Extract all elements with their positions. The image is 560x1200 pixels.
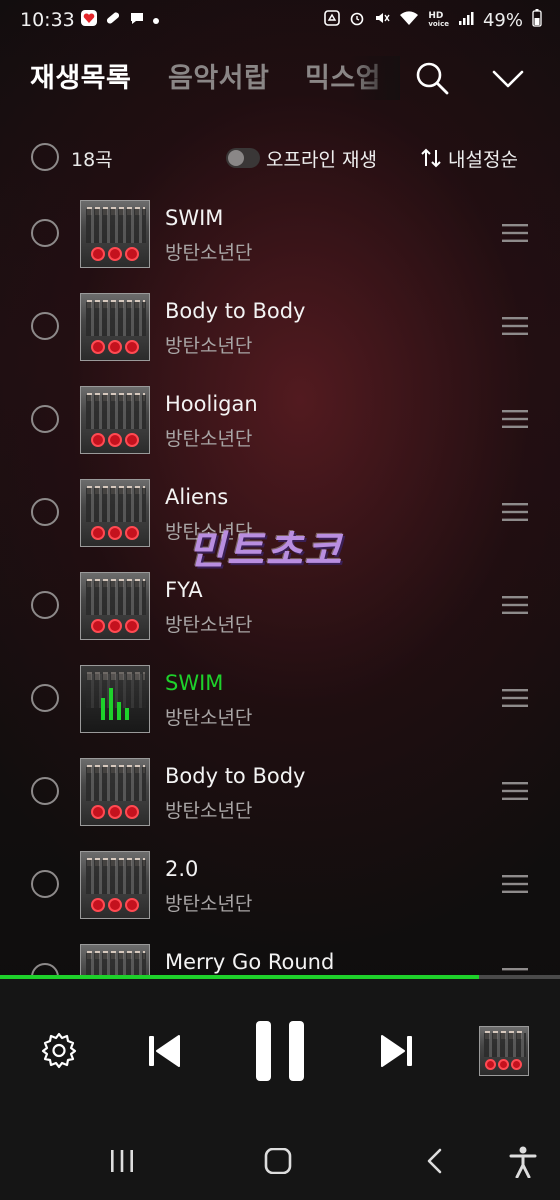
drag-handle-icon[interactable] [502, 874, 528, 894]
song-row[interactable]: Hooligan 방탄소년단 [0, 372, 560, 465]
watermark: 민트초코 [188, 528, 344, 574]
drag-handle-icon[interactable] [502, 502, 528, 522]
battery-icon [532, 9, 542, 31]
song-title: SWIM [165, 206, 224, 230]
drag-handle-icon[interactable] [502, 409, 528, 429]
status-right: HD voice 49% [324, 9, 542, 31]
song-count: 18곡 [71, 149, 113, 171]
song-list: SWIM 방탄소년단 Body to Body 방탄소년단 Hooligan 방탄소년단 A… [0, 186, 560, 976]
album-art-thumbnail [80, 665, 150, 733]
drag-handle-icon[interactable] [502, 223, 528, 243]
song-title: 2.0 [165, 857, 199, 881]
notification-icons [80, 9, 160, 31]
song-title: Merry Go Round [165, 950, 335, 974]
app-notification-icon [80, 9, 98, 31]
album-art-thumbnail [80, 944, 150, 976]
pill-icon [104, 9, 122, 31]
song-artist: 방탄소년단 [165, 335, 253, 357]
dot-icon [152, 11, 160, 29]
song-artist: 방탄소년단 [165, 242, 253, 264]
song-checkbox[interactable] [31, 312, 59, 340]
song-row[interactable]: Merry Go Round방탄소년단 [0, 930, 560, 976]
album-art-thumbnail [80, 758, 150, 826]
song-checkbox[interactable] [31, 684, 59, 712]
next-icon[interactable] [378, 1032, 416, 1070]
tab-music-drawer[interactable]: 음악서랍 [168, 56, 269, 95]
battery-percent: 49% [482, 9, 523, 31]
hd-label: HD [428, 11, 444, 21]
song-artist: 방탄소년단 [165, 800, 253, 822]
song-title: Body to Body [165, 299, 306, 323]
song-row[interactable]: SWIM 방탄소년단 [0, 186, 560, 279]
search-icon[interactable] [414, 60, 450, 96]
song-checkbox[interactable] [31, 405, 59, 433]
song-artist: 방탄소년단 [165, 707, 253, 729]
song-title: SWIM [165, 671, 224, 695]
album-art-thumbnail [80, 386, 150, 454]
drag-handle-icon[interactable] [502, 316, 528, 336]
offline-toggle[interactable] [226, 148, 260, 168]
home-icon[interactable] [264, 1147, 292, 1178]
song-row[interactable]: Body to Body 방탄소년단 [0, 279, 560, 372]
playlist-toolbar: 18곡 오프라인 재생 내설정순 [0, 140, 560, 176]
signal-icon [458, 10, 474, 30]
tab-playlist[interactable]: 재생목록 [30, 56, 131, 95]
drag-handle-icon[interactable] [502, 595, 528, 615]
album-art-thumbnail [80, 572, 150, 640]
song-checkbox[interactable] [31, 777, 59, 805]
song-checkbox[interactable] [31, 498, 59, 526]
song-checkbox[interactable] [31, 219, 59, 247]
song-artist: 방탄소년단 [165, 893, 253, 915]
player-bar [0, 979, 560, 1124]
now-playing-album-art[interactable] [479, 1026, 529, 1076]
recent-apps-icon[interactable] [108, 1148, 136, 1178]
recycle-icon [324, 10, 341, 30]
song-checkbox[interactable] [31, 591, 59, 619]
song-artist: 방탄소년단 [165, 428, 253, 450]
offline-label[interactable]: 오프라인 재생 [266, 145, 377, 172]
previous-icon[interactable] [145, 1032, 183, 1070]
settings-icon[interactable] [40, 1031, 78, 1069]
song-row[interactable]: 2.0 방탄소년단 [0, 837, 560, 930]
album-art-thumbnail [80, 200, 150, 268]
chat-icon [128, 9, 146, 31]
alarm-icon [349, 10, 365, 30]
song-title: Aliens [165, 485, 229, 509]
sort-icon[interactable] [420, 146, 442, 170]
song-title: Hooligan [165, 392, 258, 416]
song-row[interactable]: Body to Body 방탄소년단 [0, 744, 560, 837]
select-all-checkbox[interactable] [31, 143, 59, 171]
voice-label: voice [428, 20, 449, 28]
system-nav-bar [0, 1124, 560, 1200]
pause-icon[interactable] [254, 1019, 306, 1083]
hd-voice-icon: HD voice [428, 11, 449, 29]
status-bar: 10:33 HD voice 49% [0, 0, 560, 42]
accessibility-icon[interactable] [508, 1146, 538, 1182]
chevron-down-icon[interactable] [490, 64, 526, 94]
sort-label[interactable]: 내설정순 [448, 145, 518, 172]
back-icon[interactable] [424, 1148, 448, 1178]
drag-handle-icon[interactable] [502, 688, 528, 708]
album-art-thumbnail [80, 293, 150, 361]
header-tabs: 재생목록 음악서랍 믹스업 [0, 56, 560, 100]
song-artist: 방탄소년단 [165, 614, 253, 636]
wifi-icon [399, 10, 419, 30]
song-checkbox[interactable] [31, 870, 59, 898]
status-time: 10:33 [20, 9, 75, 31]
album-art-thumbnail [80, 851, 150, 919]
song-row[interactable]: SWIM 방탄소년단 [0, 651, 560, 744]
tab-fade [350, 56, 400, 100]
song-title: FYA [165, 578, 203, 602]
mute-icon [374, 10, 390, 30]
drag-handle-icon[interactable] [502, 781, 528, 801]
album-art-thumbnail [80, 479, 150, 547]
song-title: Body to Body [165, 764, 306, 788]
equalizer-icon [101, 688, 129, 720]
